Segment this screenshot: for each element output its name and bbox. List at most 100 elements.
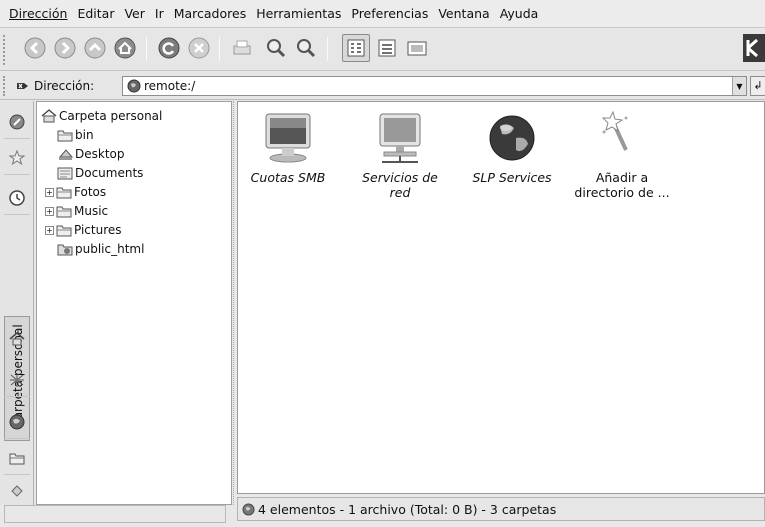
menu-editar[interactable]: Editar bbox=[72, 0, 119, 28]
tree-root[interactable]: Carpeta personal bbox=[41, 107, 162, 125]
clear-location-button[interactable] bbox=[16, 79, 30, 96]
forward-button[interactable] bbox=[51, 34, 79, 62]
reload-button[interactable] bbox=[155, 34, 183, 62]
menu-marcadores[interactable]: Marcadores bbox=[169, 0, 252, 28]
back-button[interactable] bbox=[21, 34, 49, 62]
tree-item-label: bin bbox=[75, 128, 94, 142]
location-label: Dirección: bbox=[34, 79, 95, 93]
icon-view-icon bbox=[347, 39, 365, 57]
menubar: Dirección Editar Ver Ir Marcadores Herra… bbox=[0, 0, 765, 28]
icon-item-label: Añadir a directorio de ... bbox=[574, 170, 670, 200]
menu-ver[interactable]: Ver bbox=[119, 0, 149, 28]
tree-item-pictures[interactable]: + Pictures bbox=[45, 221, 122, 239]
print-icon bbox=[233, 40, 251, 55]
folder-icon bbox=[56, 187, 72, 199]
tree-item-label: Documents bbox=[75, 166, 144, 180]
home-folder-icon bbox=[41, 109, 57, 123]
services-icon bbox=[9, 414, 25, 429]
folder-icon bbox=[57, 130, 73, 142]
tree-item-fotos[interactable]: + Fotos bbox=[45, 183, 106, 201]
menu-direccion[interactable]: Dirección bbox=[4, 0, 72, 28]
tree-item-label: Fotos bbox=[74, 185, 107, 199]
sidebar-tab-navigation[interactable] bbox=[4, 105, 30, 139]
menu-preferencias[interactable]: Preferencias bbox=[346, 0, 433, 28]
sidebar-tab-bookmarks[interactable] bbox=[4, 141, 30, 175]
folder-icon bbox=[56, 206, 72, 218]
bookmarks-icon bbox=[8, 149, 26, 165]
tree-item-documents[interactable]: Documents bbox=[57, 164, 143, 182]
tree-item-music[interactable]: + Music bbox=[45, 202, 108, 220]
tree-item-label: Pictures bbox=[74, 223, 122, 237]
sidebar-tab-folder[interactable] bbox=[4, 441, 30, 475]
location-dropdown-button[interactable]: ▼ bbox=[732, 77, 746, 95]
expand-icon[interactable]: + bbox=[45, 225, 54, 235]
expand-icon[interactable]: + bbox=[45, 206, 54, 216]
locbar-grip[interactable] bbox=[3, 76, 7, 96]
menu-ventana[interactable]: Ventana bbox=[433, 0, 494, 28]
sidebar-statusbar bbox=[4, 505, 226, 523]
go-button[interactable]: ↲ bbox=[750, 76, 765, 96]
status-globe-icon bbox=[242, 502, 255, 516]
tree-item-label: Music bbox=[74, 204, 109, 218]
kde-logo-icon bbox=[743, 34, 765, 62]
stop-icon bbox=[188, 37, 210, 59]
toolbar-separator bbox=[146, 37, 147, 61]
icon-item-anadir-directorio[interactable]: Añadir a directorio de ... bbox=[572, 110, 672, 200]
reload-icon bbox=[158, 37, 180, 59]
zoom-out-button[interactable] bbox=[292, 34, 320, 62]
media-icon bbox=[11, 485, 23, 497]
menu-herramientas[interactable]: Herramientas bbox=[251, 0, 346, 28]
toolbar-separator bbox=[327, 37, 328, 61]
zoom-in-button[interactable] bbox=[262, 34, 290, 62]
tree-item-label: public_html bbox=[75, 242, 145, 256]
home-icon bbox=[9, 332, 25, 346]
globe-icon bbox=[489, 115, 535, 161]
zoom-in-icon bbox=[267, 39, 286, 58]
icon-item-label: Cuotas SMB bbox=[250, 170, 326, 185]
expand-icon[interactable]: + bbox=[45, 187, 54, 197]
icon-view: Cuotas SMB Servicios de red SLP Services… bbox=[237, 101, 765, 494]
up-icon bbox=[84, 37, 106, 59]
icon-item-slp-services[interactable]: SLP Services bbox=[462, 110, 562, 185]
location-toolbar: Dirección: remote:/ ▼ ↲ bbox=[0, 72, 765, 100]
menu-ir[interactable]: Ir bbox=[150, 0, 169, 28]
menu-ayuda[interactable]: Ayuda bbox=[495, 0, 544, 28]
tree-item-bin[interactable]: bin bbox=[57, 126, 94, 144]
location-input[interactable]: remote:/ ▼ bbox=[122, 76, 747, 96]
wizard-wand-icon bbox=[601, 110, 628, 151]
zoom-out-icon bbox=[297, 39, 316, 58]
main-toolbar bbox=[0, 29, 765, 71]
sidebar-tab-history[interactable] bbox=[4, 181, 30, 215]
forward-icon bbox=[54, 37, 76, 59]
sidebar-tab-network[interactable] bbox=[4, 363, 30, 397]
detail-view-button[interactable] bbox=[373, 34, 401, 62]
tree-item-desktop[interactable]: Desktop bbox=[57, 145, 125, 163]
menu-direccion-label: Dirección bbox=[9, 5, 68, 21]
documents-folder-icon bbox=[57, 167, 73, 180]
preview-button[interactable] bbox=[403, 34, 431, 62]
icon-item-label: Servicios de red bbox=[362, 170, 438, 200]
detail-view-icon bbox=[378, 39, 396, 57]
tree-item-public-html[interactable]: public_html bbox=[57, 240, 144, 258]
print-button[interactable] bbox=[228, 34, 256, 62]
web-folder-icon bbox=[57, 244, 73, 256]
home-button[interactable] bbox=[111, 34, 139, 62]
remote-globe-icon bbox=[127, 79, 141, 93]
tree-item-label: Desktop bbox=[75, 147, 125, 161]
up-button[interactable] bbox=[81, 34, 109, 62]
sidebar-tabs: Carpeta personal bbox=[0, 101, 34, 505]
stop-button[interactable] bbox=[185, 34, 213, 62]
home-tab-icon bbox=[8, 330, 26, 348]
go-arrow-icon: ↲ bbox=[753, 79, 763, 92]
location-value: remote:/ bbox=[144, 79, 196, 93]
icon-item-servicios-de-red[interactable]: Servicios de red bbox=[350, 110, 450, 200]
icon-view-button[interactable] bbox=[342, 34, 370, 62]
status-text: 4 elementos - 1 archivo (Total: 0 B) - 3… bbox=[258, 501, 557, 517]
toolbar-grip[interactable] bbox=[3, 35, 7, 65]
icon-item-label: SLP Services bbox=[472, 170, 552, 185]
clear-location-icon bbox=[17, 83, 28, 89]
sidebar-tab-services[interactable] bbox=[4, 405, 30, 439]
history-icon bbox=[9, 189, 25, 206]
icon-item-cuotas-smb[interactable]: Cuotas SMB bbox=[238, 110, 338, 185]
sidebar-tab-media[interactable] bbox=[4, 477, 30, 503]
